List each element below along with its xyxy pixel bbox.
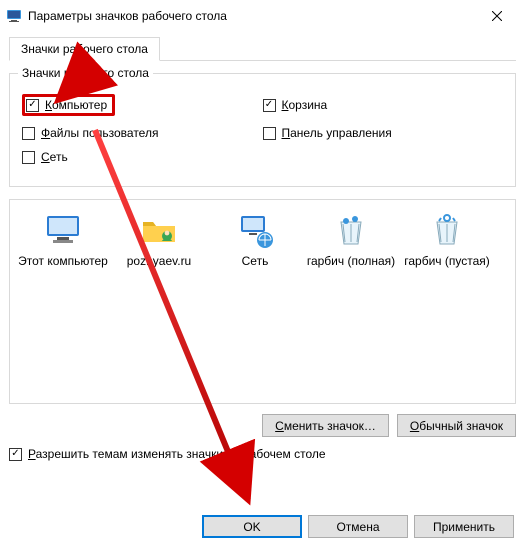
group-desktop-icons: Значки рабочего стола Компьютер Корзина … [9,73,516,187]
apply-button[interactable]: Применить [414,515,514,538]
change-icon-button[interactable]: Сменить значок… [262,414,389,437]
checkbox-userfiles[interactable] [22,127,35,140]
preview-caption: Сеть [242,254,269,268]
preview-item-bin-full[interactable]: гарбич (полная) [306,210,396,268]
preview-item-this-pc[interactable]: Этот компьютер [18,210,108,268]
close-icon [492,11,502,21]
bin-full-icon [331,210,371,250]
network-monitor-icon [235,210,275,250]
preview-caption: poznyaev.ru [127,254,191,268]
checkbox-allow-themes[interactable] [9,448,22,461]
label-allow-themes: Разрешить темам изменять значки на рабоч… [28,447,326,461]
tab-desktop-icons[interactable]: Значки рабочего стола [9,37,160,61]
highlight-computer: Компьютер [22,94,115,116]
label-userfiles: Файлы пользователя [41,126,158,140]
tab-row: Значки рабочего стола [9,36,516,61]
cancel-button[interactable]: Отмена [308,515,408,538]
preview-item-user-folder[interactable]: poznyaev.ru [114,210,204,268]
ok-button[interactable]: OK [202,515,302,538]
label-recyclebin: Корзина [282,98,328,112]
desktop-personalization-icon [6,8,22,24]
bin-empty-icon [427,210,467,250]
checkbox-computer[interactable] [26,99,39,112]
preview-caption: гарбич (пустая) [404,254,490,268]
icon-preview-area: Этот компьютер poznyaev.ru Сеть гарбич (пол… [9,199,516,404]
close-button[interactable] [474,0,519,32]
checkbox-network[interactable] [22,151,35,164]
dialog-footer: OK Отмена Применить [202,515,514,538]
label-network: Сеть [41,150,68,164]
monitor-icon [43,210,83,250]
preview-caption: Этот компьютер [18,254,108,268]
window-title: Параметры значков рабочего стола [28,9,474,23]
label-controlpanel: Панель управления [282,126,392,140]
label-computer: Компьютер [45,98,107,112]
checkbox-controlpanel[interactable] [263,127,276,140]
preview-item-network[interactable]: Сеть [210,210,300,268]
preview-caption: гарбич (полная) [307,254,395,268]
title-bar: Параметры значков рабочего стола [0,0,525,32]
preview-item-bin-empty[interactable]: гарбич (пустая) [402,210,492,268]
group-legend: Значки рабочего стола [18,66,153,80]
checkbox-recyclebin[interactable] [263,99,276,112]
folder-user-icon [139,210,179,250]
default-icon-button[interactable]: Обычный значок [397,414,516,437]
